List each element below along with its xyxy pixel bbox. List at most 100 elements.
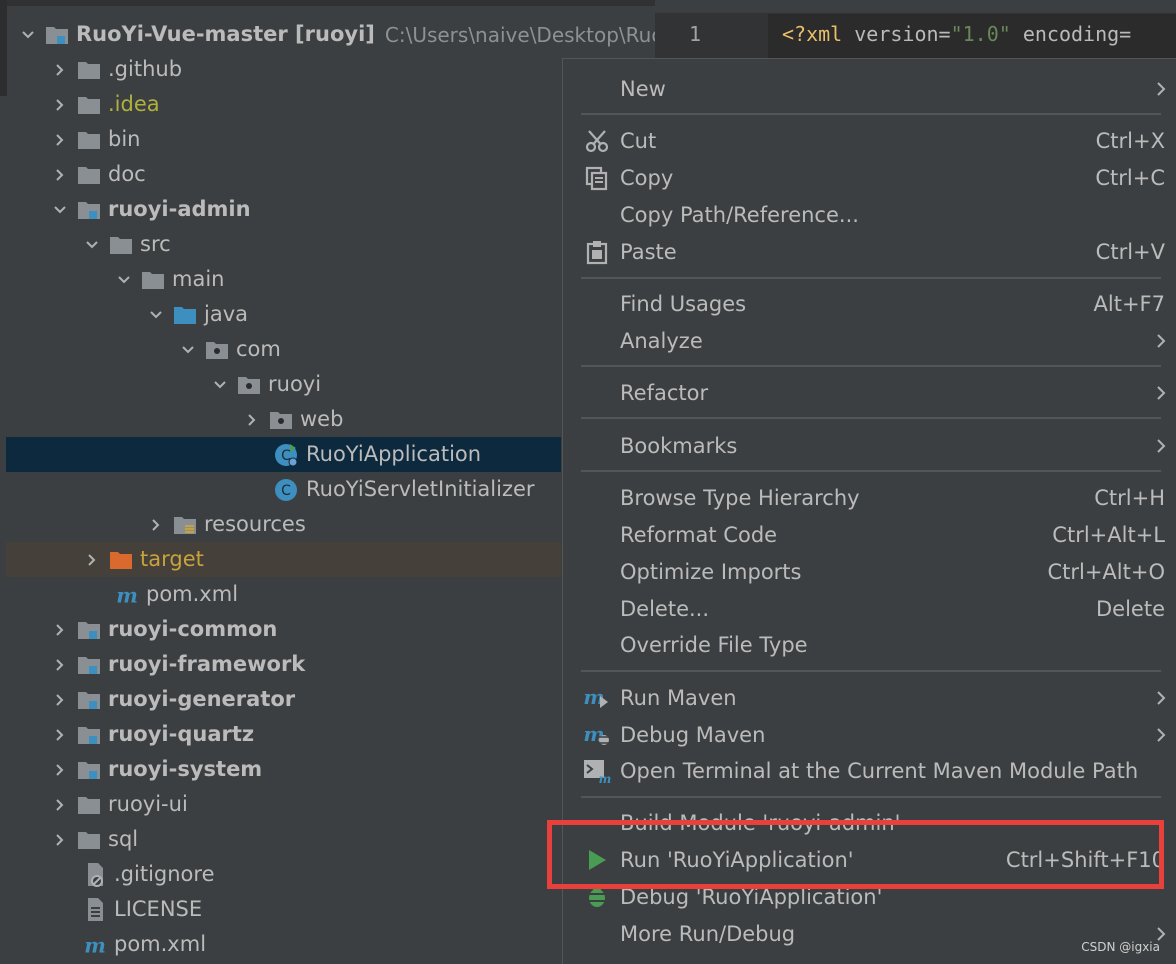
- tree-item-ruoyi-ui[interactable]: ruoyi-ui: [6, 787, 561, 822]
- tree-item-label: ruoyi-framework: [108, 652, 306, 676]
- folder-icon: [108, 233, 134, 257]
- chevron-right-icon[interactable]: [50, 760, 70, 780]
- menu-item-reformat-code[interactable]: Reformat Code Ctrl+Alt+L: [563, 517, 1176, 553]
- menu-item-debug-maven[interactable]: m Debug Maven: [563, 717, 1176, 753]
- tree-item-ruoyi-quartz[interactable]: ruoyi-quartz: [6, 717, 561, 752]
- tree-item-sql[interactable]: sql: [6, 822, 561, 857]
- svg-text:m: m: [116, 583, 138, 607]
- menu-item-refactor[interactable]: Refactor: [563, 375, 1176, 411]
- tree-item-root-pom[interactable]: m pom.xml: [6, 927, 561, 962]
- tree-item-github[interactable]: .github: [6, 52, 561, 87]
- menu-item-cut[interactable]: Cut Ctrl+X: [563, 123, 1176, 159]
- menu-item-shortcut: Ctrl+Shift+F10: [1005, 848, 1165, 872]
- tree-item-web[interactable]: web: [6, 402, 561, 437]
- tree-item-doc[interactable]: doc: [6, 157, 561, 192]
- tree-item-ruoyi-generator[interactable]: ruoyi-generator: [6, 682, 561, 717]
- menu-item-debug-application[interactable]: Debug 'RuoYiApplication': [563, 879, 1176, 915]
- tree-item-ruoyi-application[interactable]: C RuoYiApplication: [6, 437, 561, 472]
- editor-tab-bar: [655, 0, 1176, 14]
- menu-item-analyze[interactable]: Analyze: [563, 323, 1176, 359]
- chevron-right-icon[interactable]: [50, 690, 70, 710]
- menu-item-run-maven[interactable]: m Run Maven: [563, 680, 1176, 716]
- project-path: C:\Users\naive\Desktop\RuoYi: [384, 22, 655, 47]
- chevron-down-icon[interactable]: [210, 375, 230, 395]
- menu-item-override-file-type[interactable]: Override File Type: [563, 627, 1176, 663]
- chevron-right-icon[interactable]: [50, 60, 70, 80]
- menu-item-delete[interactable]: Delete... Delete: [563, 591, 1176, 627]
- menu-item-optimize-imports[interactable]: Optimize Imports Ctrl+Alt+O: [563, 554, 1176, 590]
- tree-item-target[interactable]: target: [6, 542, 561, 577]
- excluded-folder-icon: [108, 548, 134, 572]
- tree-item-ruoyi-system[interactable]: ruoyi-system: [6, 752, 561, 787]
- chevron-down-icon[interactable]: [146, 305, 166, 325]
- menu-item-new[interactable]: New: [563, 71, 1176, 107]
- chevron-right-icon[interactable]: [50, 655, 70, 675]
- chevron-right-icon[interactable]: [242, 410, 262, 430]
- svg-text:m: m: [84, 933, 106, 957]
- tree-item-label: bin: [108, 127, 141, 151]
- module-folder-icon: [76, 688, 102, 712]
- maven-run-icon: m: [583, 684, 611, 712]
- menu-item-build-module[interactable]: Build Module 'ruoyi-admin': [563, 805, 1176, 841]
- chevron-right-icon[interactable]: [50, 130, 70, 150]
- tree-item-label: com: [236, 337, 281, 361]
- menu-item-paste[interactable]: Paste Ctrl+V: [563, 234, 1176, 270]
- tree-item-ruoyi-servlet-initializer[interactable]: C RuoYiServletInitializer: [6, 472, 561, 507]
- code-line: <?xml version="1.0" encoding=: [782, 22, 1131, 46]
- xml-attribute: version=: [854, 22, 951, 46]
- chevron-down-icon[interactable]: [50, 200, 70, 220]
- tree-item-label: ruoyi-common: [108, 617, 278, 641]
- menu-item-run-application[interactable]: Run 'RuoYiApplication' Ctrl+Shift+F10: [563, 842, 1176, 878]
- tree-item-main[interactable]: main: [6, 262, 561, 297]
- folder-icon: [76, 58, 102, 82]
- chevron-right-icon[interactable]: [50, 830, 70, 850]
- menu-item-copy-path[interactable]: Copy Path/Reference...: [563, 197, 1176, 233]
- tree-item-bin[interactable]: bin: [6, 122, 561, 157]
- menu-separator: [581, 113, 1161, 115]
- menu-separator: [581, 277, 1161, 279]
- menu-item-copy[interactable]: Copy Ctrl+C: [563, 160, 1176, 196]
- chevron-right-icon[interactable]: [82, 550, 102, 570]
- menu-item-open-terminal[interactable]: m Open Terminal at the Current Maven Mod…: [563, 753, 1176, 789]
- menu-item-label: Analyze: [620, 329, 703, 353]
- submenu-arrow-icon: [1157, 82, 1166, 96]
- text-file-icon: [82, 897, 108, 922]
- chevron-right-icon[interactable]: [146, 515, 166, 535]
- tree-item-java[interactable]: java: [6, 297, 561, 332]
- tree-item-ruoyi-common[interactable]: ruoyi-common: [6, 612, 561, 647]
- tree-item-ruoyi-admin[interactable]: ruoyi-admin: [6, 192, 561, 227]
- svg-text:C: C: [281, 483, 291, 499]
- tree-item-label: pom.xml: [146, 582, 239, 606]
- menu-item-bookmarks[interactable]: Bookmarks: [563, 428, 1176, 464]
- chevron-down-icon[interactable]: [114, 270, 134, 290]
- menu-item-browse-type-hierarchy[interactable]: Browse Type Hierarchy Ctrl+H: [563, 480, 1176, 516]
- tree-item-ruoyi-package[interactable]: ruoyi: [6, 367, 561, 402]
- tree-item-com[interactable]: com: [6, 332, 561, 367]
- tree-item-gitignore[interactable]: .gitignore: [6, 857, 561, 892]
- chevron-down-icon[interactable]: [178, 340, 198, 360]
- menu-item-shortcut: Alt+F7: [1093, 292, 1165, 316]
- tree-item-label: ruoyi-quartz: [108, 722, 255, 746]
- menu-item-find-usages[interactable]: Find Usages Alt+F7: [563, 286, 1176, 322]
- chevron-down-icon[interactable]: [82, 235, 102, 255]
- module-folder-icon: [76, 653, 102, 677]
- chevron-right-icon[interactable]: [50, 795, 70, 815]
- chevron-right-icon[interactable]: [50, 725, 70, 745]
- chevron-right-icon[interactable]: [50, 95, 70, 115]
- chevron-right-icon[interactable]: [50, 620, 70, 640]
- chevron-right-icon[interactable]: [50, 165, 70, 185]
- toolbar-edge: [0, 0, 655, 6]
- xml-value: "1.0": [950, 22, 1011, 46]
- tree-item-label: doc: [108, 162, 146, 186]
- tree-item-ruoyi-framework[interactable]: ruoyi-framework: [6, 647, 561, 682]
- tree-item-idea[interactable]: .idea: [6, 87, 561, 122]
- tree-item-label: web: [300, 407, 344, 431]
- menu-item-label: Optimize Imports: [620, 560, 802, 584]
- tree-item-label: RuoYiServletInitializer: [306, 477, 535, 501]
- tree-item-resources[interactable]: resources: [6, 507, 561, 542]
- tree-item-license[interactable]: LICENSE: [6, 892, 561, 927]
- tree-item-src[interactable]: src: [6, 227, 561, 262]
- tree-item-root[interactable]: RuoYi-Vue-master [ruoyi] C:\Users\naive\…: [6, 17, 655, 52]
- tree-item-admin-pom[interactable]: m pom.xml: [6, 577, 561, 612]
- chevron-down-icon[interactable]: [18, 25, 38, 45]
